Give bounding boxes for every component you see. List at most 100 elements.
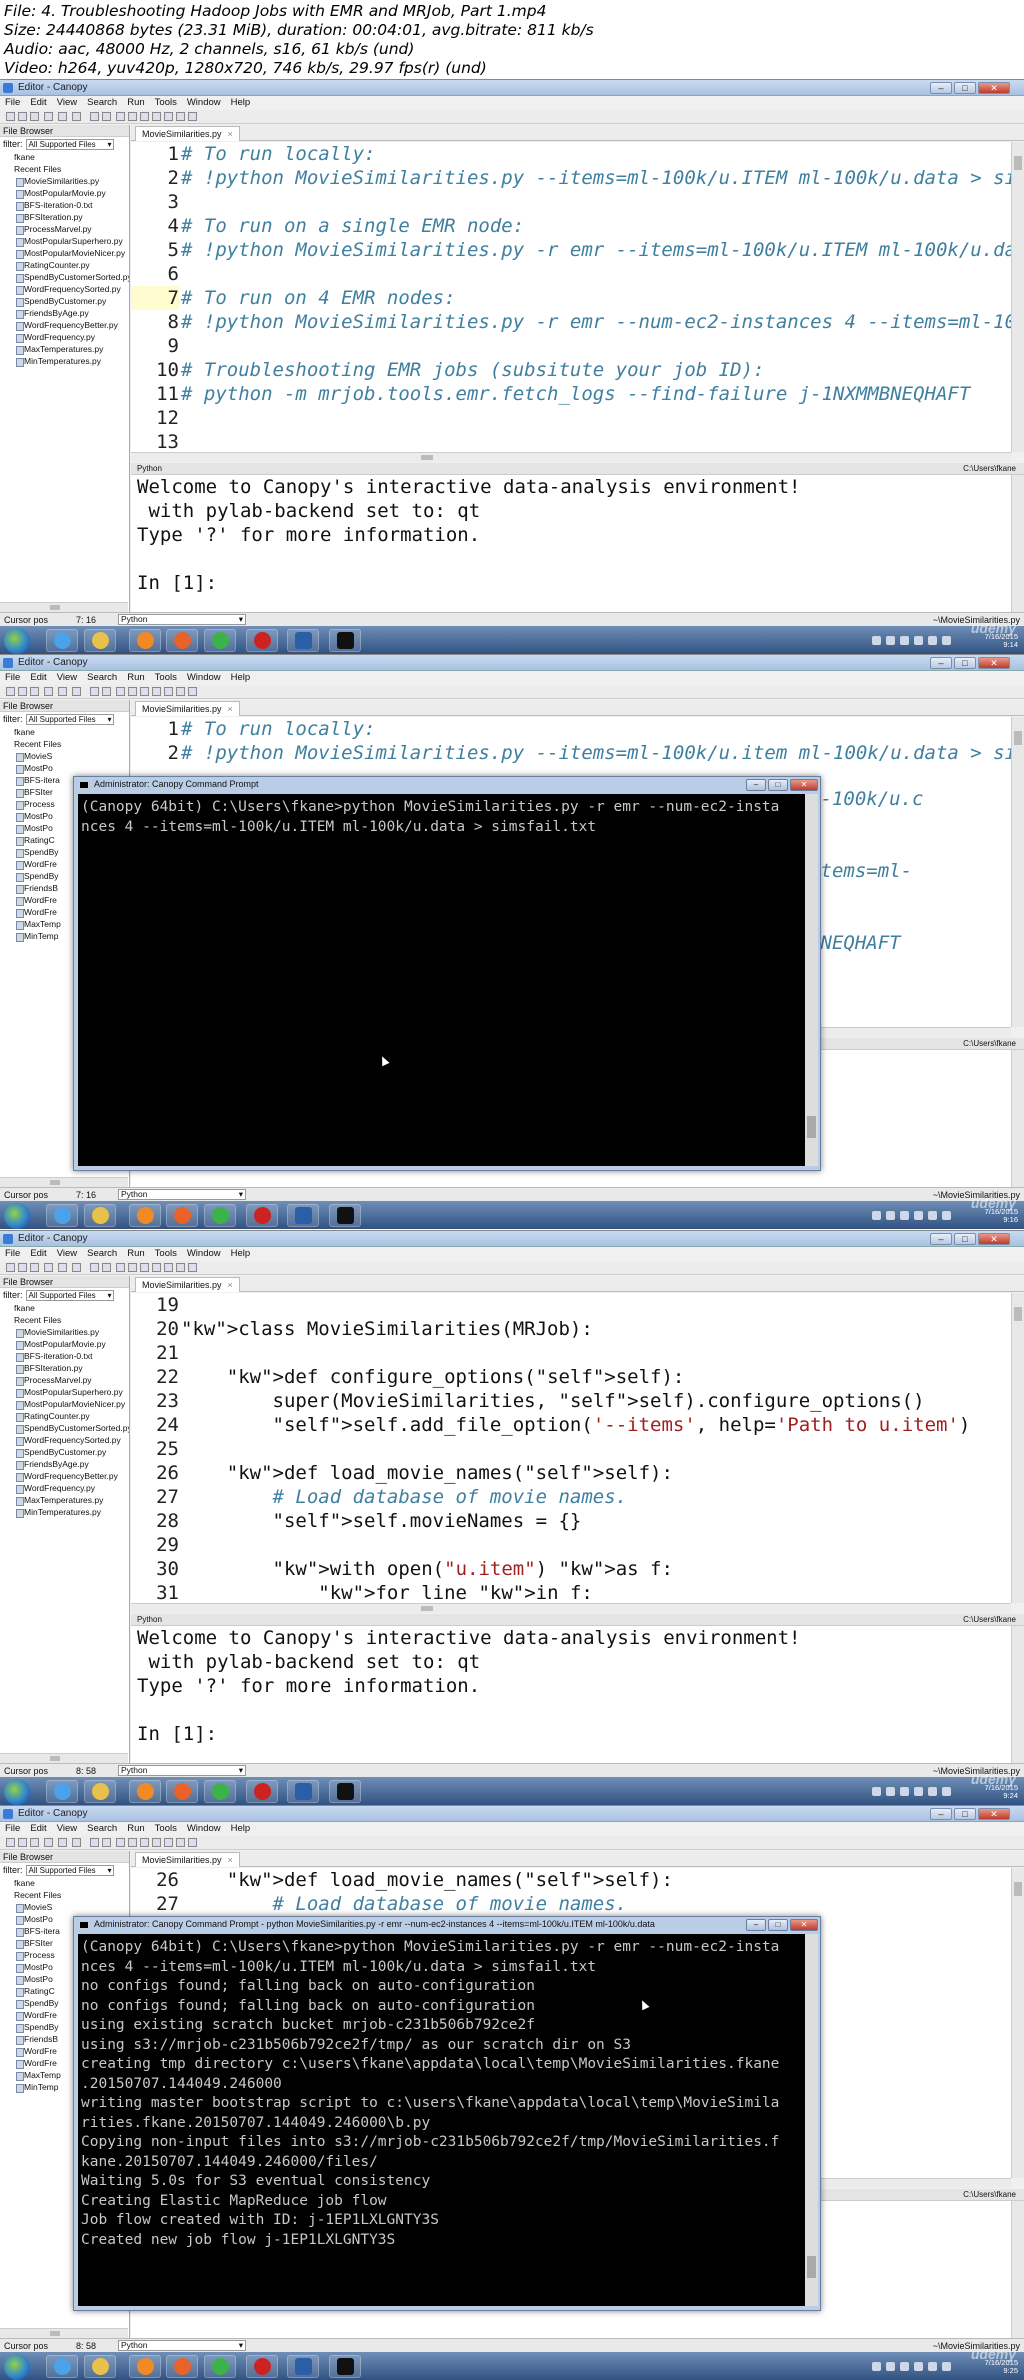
taskbar-canopy-icon[interactable] <box>287 2355 319 2378</box>
menu-help[interactable]: Help <box>226 96 256 109</box>
toolbar-button-icon[interactable] <box>116 1838 125 1847</box>
toolbar-button-icon[interactable] <box>164 1838 173 1847</box>
tray-icon[interactable] <box>900 1787 909 1796</box>
toolbar-button-icon[interactable] <box>90 112 99 121</box>
file-item[interactable]: ProcessMarvel.py <box>0 223 129 235</box>
tray-icon[interactable] <box>900 636 909 645</box>
file-item[interactable]: MovieSimilarities.py <box>0 1326 129 1338</box>
file-item[interactable]: MinTemperatures.py <box>0 355 129 367</box>
maximize-button[interactable]: □ <box>954 1233 976 1245</box>
tab-moviesimilarities[interactable]: MovieSimilarities.py × <box>135 1277 240 1292</box>
cmd-console-output[interactable]: (Canopy 64bit) C:\Users\fkane>python Mov… <box>78 1934 805 2306</box>
toolbar-button-icon[interactable] <box>44 687 53 696</box>
window-titlebar[interactable]: Editor - Canopy – □ ✕ <box>0 1806 1024 1822</box>
cmd-close-button[interactable]: ✕ <box>790 779 818 791</box>
cmd-maximize-button[interactable]: □ <box>768 779 788 791</box>
window-titlebar[interactable]: Editor - Canopy – □ ✕ <box>0 80 1024 96</box>
menu-search[interactable]: Search <box>82 96 122 109</box>
toolbar-button-icon[interactable] <box>58 112 67 121</box>
start-button[interactable] <box>4 628 30 654</box>
taskbar-media-player-icon[interactable] <box>129 2355 161 2378</box>
console-scrollbar[interactable] <box>1011 2201 1024 2338</box>
file-item[interactable]: WordFrequencyBetter.py <box>0 319 129 331</box>
taskbar-firefox-icon[interactable] <box>166 1204 198 1227</box>
tab-close-icon[interactable]: × <box>228 1280 233 1290</box>
toolbar-button-icon[interactable] <box>152 1263 161 1272</box>
file-item[interactable]: MinTemperatures.py <box>0 1506 129 1518</box>
taskbar-cmd-icon[interactable] <box>329 1780 361 1803</box>
taskbar-record-icon[interactable] <box>246 1780 278 1803</box>
menu-help[interactable]: Help <box>226 1822 256 1835</box>
toolbar-button-icon[interactable] <box>58 1838 67 1847</box>
toolbar-button-icon[interactable] <box>116 687 125 696</box>
cmd-close-button[interactable]: ✕ <box>790 1919 818 1931</box>
taskbar-chrome-icon[interactable] <box>204 1780 236 1803</box>
tray-icon[interactable] <box>872 636 881 645</box>
tray-icon[interactable] <box>886 1787 895 1796</box>
start-button[interactable] <box>4 2354 30 2380</box>
menu-view[interactable]: View <box>52 1822 82 1835</box>
file-item[interactable]: MostPopularMovie.py <box>0 1338 129 1350</box>
file-item[interactable]: FriendsByAge.py <box>0 1458 129 1470</box>
file-item[interactable]: WordFrequencySorted.py <box>0 1434 129 1446</box>
tree-recent-files[interactable]: Recent Files <box>0 1314 129 1326</box>
toolbar-button-icon[interactable] <box>152 687 161 696</box>
toolbar-button-icon[interactable] <box>90 1838 99 1847</box>
code-editor[interactable]: 19 20 "kw">class MovieSimilarities(MRJob):… <box>131 1293 1011 1603</box>
toolbar-button-icon[interactable] <box>188 1838 197 1847</box>
toolbar-button-icon[interactable] <box>128 687 137 696</box>
toolbar-button-icon[interactable] <box>116 112 125 121</box>
taskbar-ie-icon[interactable] <box>46 629 78 652</box>
filter-select[interactable]: All Supported Files <box>25 1289 114 1301</box>
file-item[interactable]: MostPo <box>0 762 129 774</box>
taskbar-chrome-icon[interactable] <box>204 2355 236 2378</box>
toolbar-button-icon[interactable] <box>72 1263 81 1272</box>
start-button[interactable] <box>4 1779 30 1805</box>
toolbar-button-icon[interactable] <box>58 1263 67 1272</box>
toolbar-button-icon[interactable] <box>140 687 149 696</box>
menu-view[interactable]: View <box>52 96 82 109</box>
toolbar-button-icon[interactable] <box>72 687 81 696</box>
toolbar-button-icon[interactable] <box>30 1838 39 1847</box>
menu-edit[interactable]: Edit <box>25 96 51 109</box>
tray-icon[interactable] <box>914 2362 923 2371</box>
toolbar-button-icon[interactable] <box>102 1838 111 1847</box>
toolbar-button-icon[interactable] <box>72 1838 81 1847</box>
taskbar-firefox-icon[interactable] <box>166 629 198 652</box>
file-item[interactable]: SpendByCustomerSorted.py <box>0 271 129 283</box>
toolbar-button-icon[interactable] <box>44 112 53 121</box>
file-item[interactable]: MaxTemperatures.py <box>0 343 129 355</box>
toolbar-button-icon[interactable] <box>128 1263 137 1272</box>
toolbar-button-icon[interactable] <box>116 1263 125 1272</box>
menu-help[interactable]: Help <box>226 1247 256 1260</box>
taskbar-cmd-icon[interactable] <box>329 2355 361 2378</box>
language-select[interactable]: Python <box>118 1765 246 1776</box>
command-prompt-window[interactable]: Administrator: Canopy Command Prompt - p… <box>73 1916 821 2311</box>
file-item[interactable]: SpendByCustomer.py <box>0 1446 129 1458</box>
toolbar-button-icon[interactable] <box>140 1263 149 1272</box>
tree-root-fkane[interactable]: fkane <box>0 1302 129 1314</box>
toolbar-button-icon[interactable] <box>18 687 27 696</box>
tray-icon[interactable] <box>928 1787 937 1796</box>
command-prompt-window[interactable]: Administrator: Canopy Command Prompt – □ ✕ (… <box>73 776 821 1171</box>
toolbar-button-icon[interactable] <box>152 112 161 121</box>
editor-vertical-scrollbar[interactable] <box>1011 1868 1024 2178</box>
file-item[interactable]: MostPopularMovie.py <box>0 187 129 199</box>
tree-recent-files[interactable]: Recent Files <box>0 1889 129 1901</box>
menu-run[interactable]: Run <box>122 1247 149 1260</box>
tray-icon[interactable] <box>872 2362 881 2371</box>
menu-help[interactable]: Help <box>226 671 256 684</box>
maximize-button[interactable]: □ <box>954 657 976 669</box>
code-editor[interactable]: 1 # To run locally: 2 # !python MovieSimila… <box>131 142 1011 452</box>
tab-close-icon[interactable]: × <box>228 1855 233 1865</box>
file-item[interactable]: WordFrequency.py <box>0 1482 129 1494</box>
toolbar-button-icon[interactable] <box>176 687 185 696</box>
toolbar-button-icon[interactable] <box>90 687 99 696</box>
taskbar-firefox-icon[interactable] <box>166 2355 198 2378</box>
menu-search[interactable]: Search <box>82 671 122 684</box>
tab-moviesimilarities[interactable]: MovieSimilarities.py × <box>135 1852 240 1867</box>
tray-icon[interactable] <box>942 1211 951 1220</box>
toolbar-button-icon[interactable] <box>140 112 149 121</box>
language-select[interactable]: Python <box>118 614 246 625</box>
menu-file[interactable]: File <box>0 96 25 109</box>
